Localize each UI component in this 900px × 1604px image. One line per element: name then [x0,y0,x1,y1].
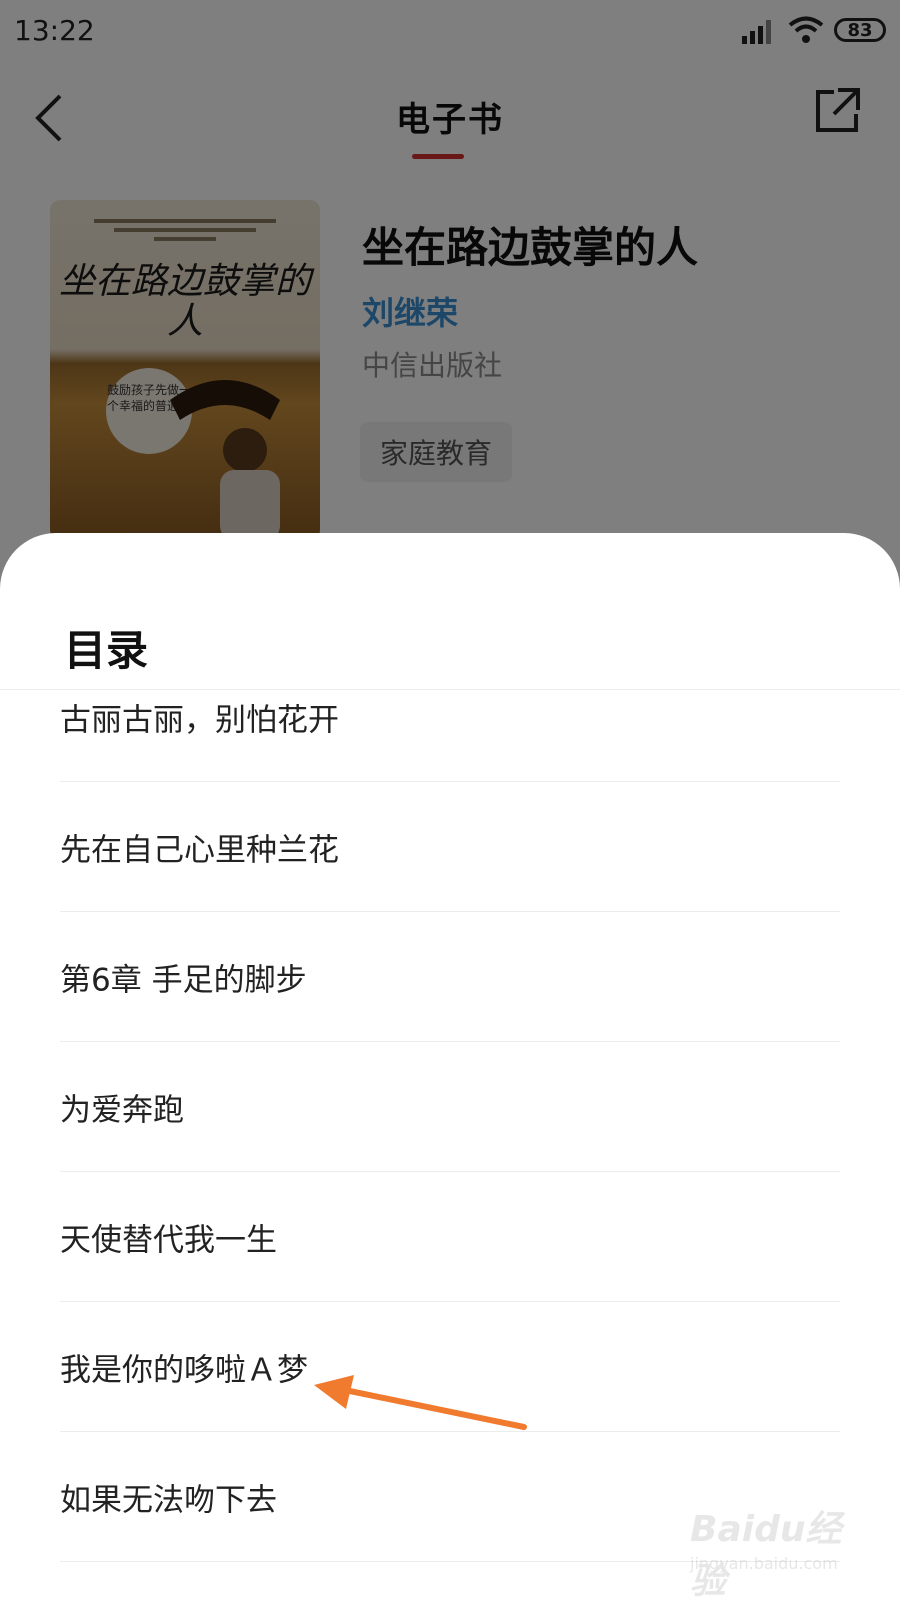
toc-item-label: 我是你的哆啦Ａ梦 [60,1352,308,1388]
toc-item-label: 先在自己心里种兰花 [60,832,339,868]
toc-bottom-sheet: 目录 古丽古丽，别怕花开 先在自己心里种兰花 第6章 手足的脚步 为爱奔跑 天使… [0,533,900,1600]
toc-list[interactable]: 古丽古丽，别怕花开 先在自己心里种兰花 第6章 手足的脚步 为爱奔跑 天使替代我… [0,690,900,1600]
toc-item-label: 古丽古丽，别怕花开 [60,702,339,738]
toc-title: 目录 [64,626,149,675]
toc-item-label: 天使替代我一生 [60,1222,277,1258]
toc-header: 目录 [0,533,900,690]
toc-item-label: 为爱奔跑 [60,1092,184,1128]
toc-item[interactable]: 第6章 手足的脚步 [60,912,840,1042]
watermark-brand: Baidu经验 [690,1509,842,1602]
toc-item-label: 如果无法吻下去 [60,1482,277,1518]
toc-item[interactable]: 先在自己心里种兰花 [60,782,840,912]
watermark: Baidu经验 jingyan.baidu.com [690,1500,860,1602]
watermark-url: jingyan.baidu.com [690,1554,838,1573]
toc-item[interactable]: 为爱奔跑 [60,1042,840,1172]
toc-item[interactable]: 古丽古丽，别怕花开 [60,690,840,782]
toc-item-label: 第6章 手足的脚步 [60,962,307,998]
annotation-arrow-icon [314,1375,527,1430]
toc-item[interactable]: 天使替代我一生 [60,1172,840,1302]
